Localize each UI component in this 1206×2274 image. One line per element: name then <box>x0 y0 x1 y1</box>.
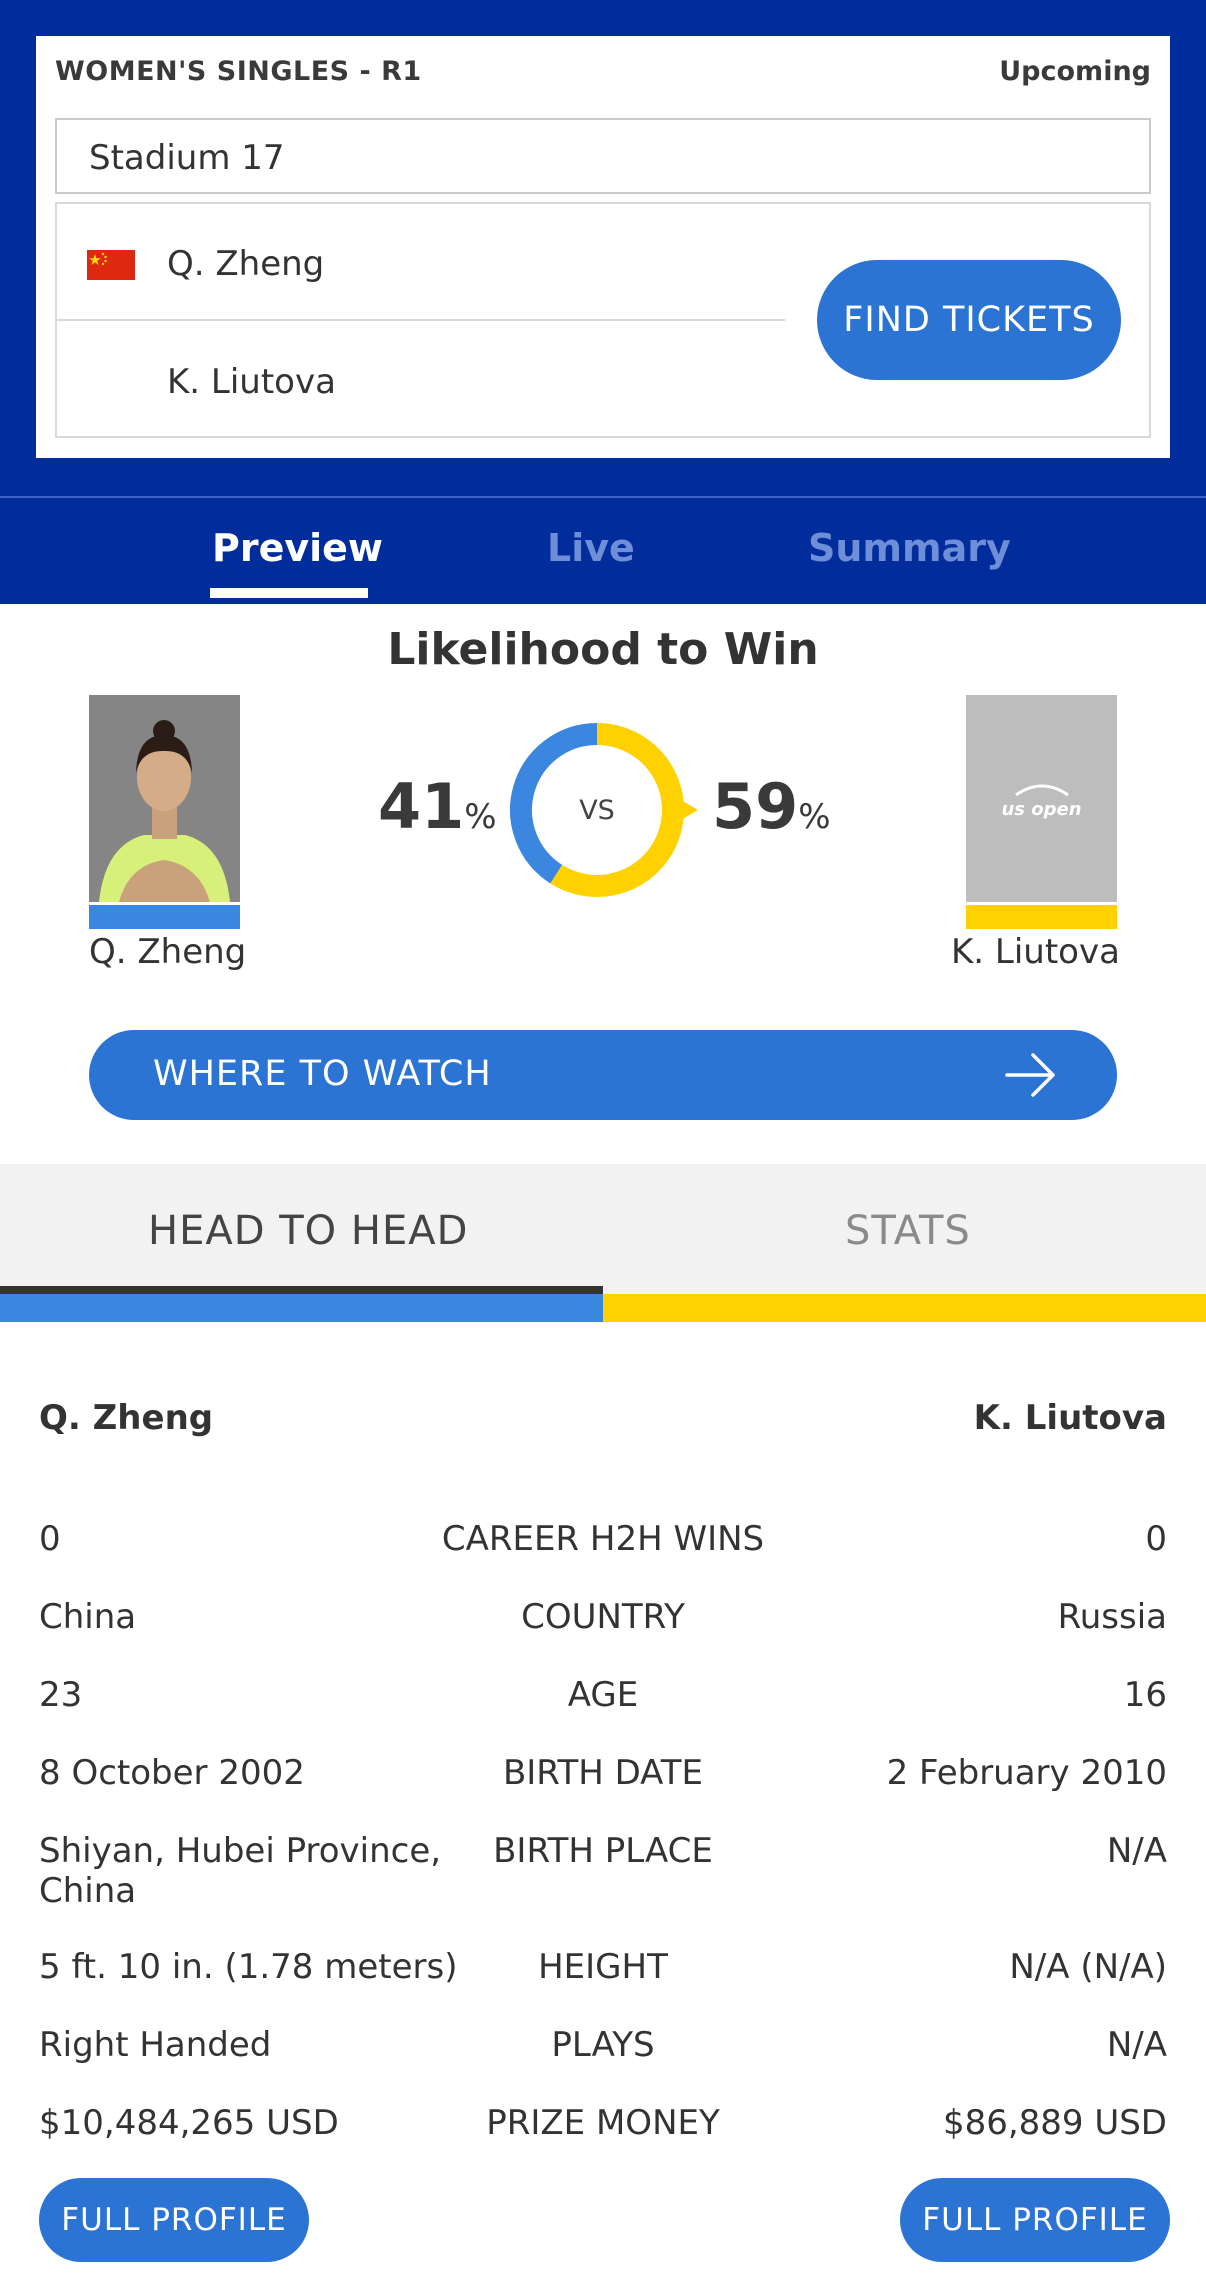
stat-value-b: N/A (N/A) <box>1009 1947 1167 1987</box>
h2h-player-name-b: K. Liutova <box>973 1398 1167 1438</box>
tab-preview[interactable]: Preview <box>212 526 383 570</box>
active-tab-indicator <box>210 588 368 598</box>
where-to-watch-label: WHERE TO WATCH <box>153 1054 492 1094</box>
stat-value-b: 2 February 2010 <box>886 1753 1167 1793</box>
win-probability-donut: VS <box>510 723 698 897</box>
stat-value-b: N/A <box>1106 2025 1167 2065</box>
h2h-player-name-a: Q. Zheng <box>39 1398 214 1438</box>
tab-stats[interactable]: STATS <box>845 1208 971 1254</box>
favorite-pointer <box>681 800 698 820</box>
match-status: Upcoming <box>999 56 1151 87</box>
tab-live[interactable]: Live <box>547 526 635 570</box>
vs-label: VS <box>579 795 615 826</box>
find-tickets-button[interactable]: FIND TICKETS <box>817 260 1121 380</box>
court-box: Stadium 17 <box>55 118 1151 194</box>
player-row-b: K. Liutova <box>57 322 785 439</box>
match-tabs: Preview Live Summary <box>0 496 1206 604</box>
players-box: Q. Zheng K. Liutova FIND TICKETS <box>55 202 1151 438</box>
player-row-a: Q. Zheng <box>57 204 785 321</box>
stat-value-b: 0 <box>1145 1519 1167 1559</box>
match-header-band: WOMEN'S SINGLES - R1 Upcoming Stadium 17… <box>0 0 1206 496</box>
h2h-active-indicator <box>0 1286 603 1294</box>
player-a-color-strip <box>89 905 240 929</box>
stat-value-b: $86,889 USD <box>942 2103 1167 2143</box>
player-photo-a[interactable] <box>89 695 240 902</box>
stat-value-b: N/A <box>1106 1831 1167 1871</box>
where-to-watch-button[interactable]: WHERE TO WATCH <box>89 1030 1117 1120</box>
win-pct-b: 59% <box>712 770 831 843</box>
match-card[interactable]: WOMEN'S SINGLES - R1 Upcoming Stadium 17… <box>36 36 1170 458</box>
arrow-right-icon <box>1005 1053 1055 1097</box>
stat-value-b: 16 <box>1123 1675 1167 1715</box>
likelihood-title: Likelihood to Win <box>387 624 819 675</box>
court-name: Stadium 17 <box>89 138 285 178</box>
us-open-logo: us open <box>966 783 1117 820</box>
stat-value-b: Russia <box>1057 1597 1167 1637</box>
round-label: WOMEN'S SINGLES - R1 <box>55 56 422 87</box>
tab-summary[interactable]: Summary <box>808 526 1011 570</box>
likelihood-player-name-b[interactable]: K. Liutova <box>951 932 1120 972</box>
win-pct-a: 41% <box>378 770 497 843</box>
h2h-tabs: HEAD TO HEAD STATS <box>0 1164 1206 1294</box>
full-profile-button-b[interactable]: FULL PROFILE <box>900 2178 1170 2262</box>
likelihood-player-name-a[interactable]: Q. Zheng <box>89 932 246 972</box>
player-photo-placeholder-b[interactable]: us open <box>966 695 1117 902</box>
player-name-b: K. Liutova <box>167 362 336 402</box>
player-b-color-bar <box>603 1294 1206 1322</box>
full-profile-button-a[interactable]: FULL PROFILE <box>39 2178 309 2262</box>
player-a-color-bar <box>0 1294 603 1322</box>
player-b-color-strip <box>966 905 1117 929</box>
china-flag-icon <box>87 250 135 280</box>
tab-head-to-head[interactable]: HEAD TO HEAD <box>148 1208 468 1254</box>
player-name-a: Q. Zheng <box>167 244 325 284</box>
